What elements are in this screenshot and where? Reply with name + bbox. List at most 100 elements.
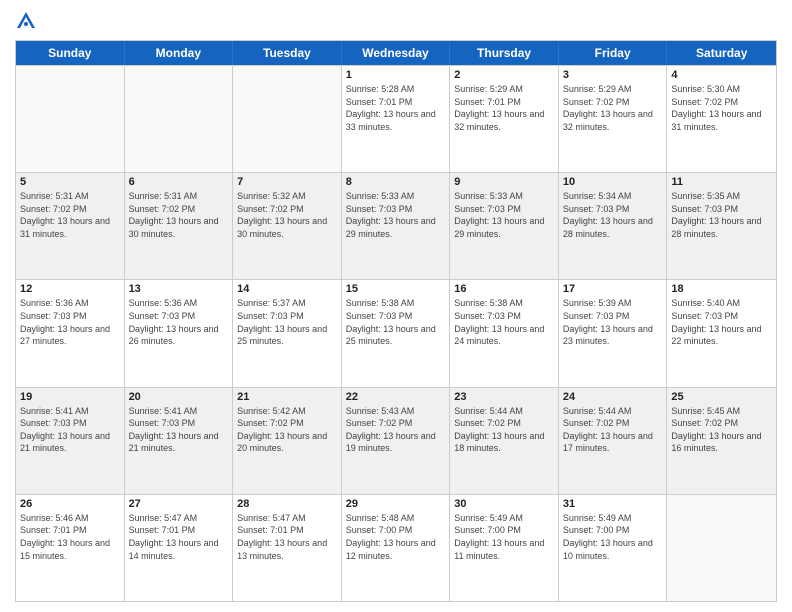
logo-icon [15,10,37,32]
day-cell: 28 Sunrise: 5:47 AMSunset: 7:01 PMDayligh… [233,495,342,601]
week-row-4: 19 Sunrise: 5:41 AMSunset: 7:03 PMDayligh… [16,387,776,494]
day-cell: 22 Sunrise: 5:43 AMSunset: 7:02 PMDayligh… [342,388,451,494]
day-cell: 3 Sunrise: 5:29 AMSunset: 7:02 PMDaylight… [559,66,668,172]
day-info: Sunrise: 5:36 AMSunset: 7:03 PMDaylight:… [20,297,120,347]
day-info: Sunrise: 5:29 AMSunset: 7:01 PMDaylight:… [454,83,554,133]
day-cell: 31 Sunrise: 5:49 AMSunset: 7:00 PMDayligh… [559,495,668,601]
day-info: Sunrise: 5:49 AMSunset: 7:00 PMDaylight:… [454,512,554,562]
day-cell [125,66,234,172]
day-number: 4 [671,69,772,81]
day-number: 23 [454,391,554,403]
day-number: 17 [563,283,663,295]
day-number: 8 [346,176,446,188]
day-cell: 9 Sunrise: 5:33 AMSunset: 7:03 PMDaylight… [450,173,559,279]
day-cell [667,495,776,601]
day-cell: 14Sunrise: 5:37 AMSunset: 7:03 PMDayligh… [233,280,342,386]
day-info: Sunrise: 5:49 AMSunset: 7:00 PMDaylight:… [563,512,663,562]
day-header-friday: Friday [559,41,668,65]
day-info: Sunrise: 5:39 AMSunset: 7:03 PMDaylight:… [563,297,663,347]
day-header-tuesday: Tuesday [233,41,342,65]
day-cell: 29 Sunrise: 5:48 AMSunset: 7:00 PMDayligh… [342,495,451,601]
day-info: Sunrise: 5:38 AMSunset: 7:03 PMDaylight:… [454,297,554,347]
day-number: 27 [129,498,229,510]
day-number: 1 [346,69,446,81]
day-number: 18 [671,283,772,295]
day-number: 5 [20,176,120,188]
day-info: Sunrise: 5:36 AMSunset: 7:03 PMDaylight:… [129,297,229,347]
day-cell: 19 Sunrise: 5:41 AMSunset: 7:03 PMDayligh… [16,388,125,494]
day-info: Sunrise: 5:47 AMSunset: 7:01 PMDaylight:… [237,512,337,562]
header [15,10,777,32]
day-header-monday: Monday [125,41,234,65]
day-header-sunday: Sunday [16,41,125,65]
day-info: Sunrise: 5:35 AMSunset: 7:03 PMDaylight:… [671,190,772,240]
day-number: 21 [237,391,337,403]
day-info: Sunrise: 5:33 AMSunset: 7:03 PMDaylight:… [346,190,446,240]
day-cell: 17 Sunrise: 5:39 AMSunset: 7:03 PMDayligh… [559,280,668,386]
day-number: 31 [563,498,663,510]
day-cell: 21 Sunrise: 5:42 AMSunset: 7:02 PMDayligh… [233,388,342,494]
day-number: 28 [237,498,337,510]
day-info: Sunrise: 5:29 AMSunset: 7:02 PMDaylight:… [563,83,663,133]
day-number: 16 [454,283,554,295]
day-info: Sunrise: 5:47 AMSunset: 7:01 PMDaylight:… [129,512,229,562]
calendar-page: SundayMondayTuesdayWednesdayThursdayFrid… [0,0,792,612]
day-info: Sunrise: 5:38 AMSunset: 7:03 PMDaylight:… [346,297,446,347]
day-header-wednesday: Wednesday [342,41,451,65]
day-cell: 10 Sunrise: 5:34 AMSunset: 7:03 PMDayligh… [559,173,668,279]
day-cell: 15 Sunrise: 5:38 AMSunset: 7:03 PMDayligh… [342,280,451,386]
day-number: 14 [237,283,337,295]
day-header-saturday: Saturday [667,41,776,65]
day-number: 10 [563,176,663,188]
day-info: Sunrise: 5:43 AMSunset: 7:02 PMDaylight:… [346,405,446,455]
day-cell: 8 Sunrise: 5:33 AMSunset: 7:03 PMDaylight… [342,173,451,279]
day-number: 13 [129,283,229,295]
day-cell: 20Sunrise: 5:41 AMSunset: 7:03 PMDayligh… [125,388,234,494]
day-header-thursday: Thursday [450,41,559,65]
day-number: 26 [20,498,120,510]
day-info: Sunrise: 5:30 AMSunset: 7:02 PMDaylight:… [671,83,772,133]
week-row-5: 26 Sunrise: 5:46 AMSunset: 7:01 PMDayligh… [16,494,776,601]
day-info: Sunrise: 5:34 AMSunset: 7:03 PMDaylight:… [563,190,663,240]
day-cell: 11Sunrise: 5:35 AMSunset: 7:03 PMDayligh… [667,173,776,279]
day-info: Sunrise: 5:32 AMSunset: 7:02 PMDaylight:… [237,190,337,240]
day-number: 24 [563,391,663,403]
day-number: 2 [454,69,554,81]
day-info: Sunrise: 5:31 AMSunset: 7:02 PMDaylight:… [20,190,120,240]
day-cell: 25Sunrise: 5:45 AMSunset: 7:02 PMDayligh… [667,388,776,494]
day-number: 30 [454,498,554,510]
day-number: 29 [346,498,446,510]
day-cell: 18Sunrise: 5:40 AMSunset: 7:03 PMDayligh… [667,280,776,386]
day-number: 6 [129,176,229,188]
day-number: 3 [563,69,663,81]
day-number: 20 [129,391,229,403]
week-row-2: 5 Sunrise: 5:31 AMSunset: 7:02 PMDaylight… [16,172,776,279]
day-cell: 12 Sunrise: 5:36 AMSunset: 7:03 PMDayligh… [16,280,125,386]
logo [15,10,41,32]
day-info: Sunrise: 5:45 AMSunset: 7:02 PMDaylight:… [671,405,772,455]
day-cell [16,66,125,172]
day-cell: 16 Sunrise: 5:38 AMSunset: 7:03 PMDayligh… [450,280,559,386]
day-info: Sunrise: 5:31 AMSunset: 7:02 PMDaylight:… [129,190,229,240]
day-number: 19 [20,391,120,403]
day-cell: 7Sunrise: 5:32 AMSunset: 7:02 PMDaylight… [233,173,342,279]
day-number: 12 [20,283,120,295]
day-number: 9 [454,176,554,188]
day-cell [233,66,342,172]
day-info: Sunrise: 5:33 AMSunset: 7:03 PMDaylight:… [454,190,554,240]
day-cell: 30 Sunrise: 5:49 AMSunset: 7:00 PMDayligh… [450,495,559,601]
day-cell: 5 Sunrise: 5:31 AMSunset: 7:02 PMDaylight… [16,173,125,279]
day-cell: 2 Sunrise: 5:29 AMSunset: 7:01 PMDaylight… [450,66,559,172]
day-cell: 1Sunrise: 5:28 AMSunset: 7:01 PMDaylight… [342,66,451,172]
day-info: Sunrise: 5:46 AMSunset: 7:01 PMDaylight:… [20,512,120,562]
day-info: Sunrise: 5:42 AMSunset: 7:02 PMDaylight:… [237,405,337,455]
day-number: 15 [346,283,446,295]
week-row-1: 1Sunrise: 5:28 AMSunset: 7:01 PMDaylight… [16,65,776,172]
day-info: Sunrise: 5:48 AMSunset: 7:00 PMDaylight:… [346,512,446,562]
day-number: 22 [346,391,446,403]
day-cell: 23Sunrise: 5:44 AMSunset: 7:02 PMDayligh… [450,388,559,494]
day-info: Sunrise: 5:41 AMSunset: 7:03 PMDaylight:… [20,405,120,455]
day-cell: 24 Sunrise: 5:44 AMSunset: 7:02 PMDayligh… [559,388,668,494]
day-info: Sunrise: 5:44 AMSunset: 7:02 PMDaylight:… [563,405,663,455]
day-cell: 27 Sunrise: 5:47 AMSunset: 7:01 PMDayligh… [125,495,234,601]
